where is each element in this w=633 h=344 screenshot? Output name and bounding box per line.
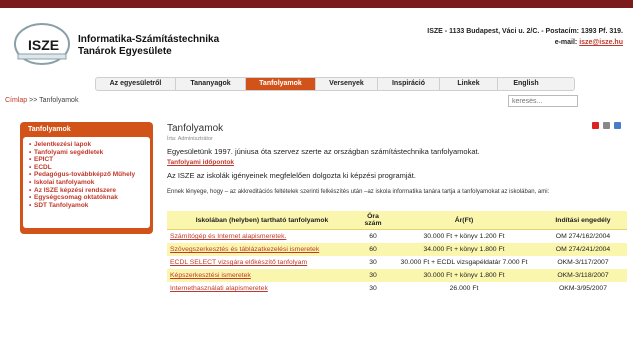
course-link[interactable]: Internethasználati alapismeretek bbox=[170, 285, 268, 292]
price-cell: 26.000 Ft bbox=[449, 285, 479, 292]
contact-email-row: e-mail: isze@isze.hu bbox=[427, 37, 623, 48]
col-header-course: Iskolában (helyben) tartható tanfolyamok bbox=[167, 211, 357, 230]
price-cell: 30.000 Ft + könyv 1.800 Ft bbox=[389, 269, 539, 282]
org-name-line1: Informatika-Számítástechnika bbox=[78, 34, 220, 45]
sidebar-item-unit-package[interactable]: Egységcsomag oktatóknak bbox=[29, 194, 144, 202]
nav-item-english[interactable]: English bbox=[498, 78, 554, 90]
permit-cell: OKM-3/117/2007 bbox=[557, 259, 609, 266]
page-title: Tanfolyamok bbox=[167, 123, 224, 134]
sidebar-item-school-courses[interactable]: Iskolai tanfolyamok bbox=[29, 179, 144, 187]
course-name-cell: Számítógép és Internet alapismeretek. bbox=[167, 230, 357, 244]
org-name-line2: Tanárok Egyesülete bbox=[78, 46, 172, 57]
course-link[interactable]: Szövegszerkesztés és táblázatkezelési is… bbox=[170, 246, 319, 253]
nav-item-competitions[interactable]: Versenyek bbox=[316, 78, 378, 90]
contact-info: ISZE - 1133 Budapest, Váci u. 2/C. - Pos… bbox=[427, 26, 623, 48]
contact-email-link[interactable]: isze@isze.hu bbox=[579, 39, 623, 46]
course-name-cell: Internethasználati alapismeretek bbox=[167, 282, 357, 295]
hours-cell: 60 bbox=[357, 243, 389, 256]
main-content: Tanfolyamok Írta: Adminisztrátor Egyesül… bbox=[167, 123, 619, 196]
table-row: Számítógép és Internet alapismeretek. 60… bbox=[167, 230, 627, 244]
hours-cell: 60 bbox=[369, 233, 377, 240]
organization-name: Informatika-Számítástechnika Tanárok Egy… bbox=[78, 34, 219, 58]
permit-cell: OM 274/241/2004 bbox=[539, 243, 627, 256]
sidebar-list-panel: Jelentkezési lapok Tanfolyami segédletek… bbox=[23, 137, 150, 228]
sidebar-item-training-system[interactable]: Az ISZE képzési rendszere bbox=[29, 187, 144, 195]
sidebar-item-workshop[interactable]: Pedagógus-továbbképző Műhely bbox=[29, 171, 144, 179]
sidebar-item-epict[interactable]: EPICT bbox=[29, 156, 144, 164]
program-paragraph: Az ISZE az iskolák igényeinek megfelelőe… bbox=[167, 171, 416, 180]
table-row: Képszerkesztési ismeretek 30 30.000 Ft +… bbox=[167, 269, 627, 282]
table-header-row: Iskolában (helyben) tartható tanfolyamok… bbox=[167, 211, 627, 230]
hours-cell: 30 bbox=[369, 285, 377, 292]
isze-logo: ISZE bbox=[14, 23, 70, 65]
breadcrumb-separator: >> bbox=[29, 97, 38, 104]
svg-text:ISZE: ISZE bbox=[28, 37, 59, 53]
breadcrumb: Címlap >> Tanfolyamok bbox=[5, 97, 78, 104]
contact-address: ISZE - 1133 Budapest, Váci u. 2/C. - Pos… bbox=[427, 28, 623, 35]
price-cell: 30.000 Ft + könyv 1.200 Ft bbox=[423, 233, 505, 240]
course-link[interactable]: ECDL SELECT vizsgára előkészítő tanfolya… bbox=[170, 259, 307, 266]
col-header-hours: Óra szám bbox=[357, 211, 389, 230]
course-link[interactable]: Képszerkesztési ismeretek bbox=[170, 272, 251, 279]
sidebar-item-applications[interactable]: Jelentkezési lapok bbox=[29, 141, 144, 149]
sidebar-item-ecdl[interactable]: ECDL bbox=[29, 164, 144, 172]
permit-cell: OM 274/162/2004 bbox=[555, 233, 611, 240]
intro-paragraph: Egyesületünk 1997. júniusa óta szervez s… bbox=[167, 147, 480, 156]
table-row: Internethasználati alapismeretek 30 26.0… bbox=[167, 282, 627, 295]
hours-cell: 30 bbox=[369, 259, 377, 266]
hours-cell: 30 bbox=[357, 269, 389, 282]
main-nav: Az egyesületről Tananyagok Tanfolyamok V… bbox=[95, 77, 575, 91]
breadcrumb-home[interactable]: Címlap bbox=[5, 97, 27, 104]
price-cell: 34.000 Ft + könyv 1.800 Ft bbox=[389, 243, 539, 256]
course-name-cell: ECDL SELECT vizsgára előkészítő tanfolya… bbox=[167, 256, 357, 269]
nav-item-about[interactable]: Az egyesületről bbox=[96, 78, 176, 90]
price-cell: 30.000 Ft + ECDL vizsgapéldatár 7.000 Ft bbox=[400, 259, 528, 266]
essence-paragraph: Ennek lényege, hogy – az akkreditációs f… bbox=[167, 189, 550, 195]
courses-table: Iskolában (helyben) tartható tanfolyamok… bbox=[167, 211, 627, 295]
nav-item-materials[interactable]: Tananyagok bbox=[176, 78, 246, 90]
contact-email-label: e-mail: bbox=[554, 39, 578, 46]
sidebar-item-sdt-courses[interactable]: SDT Tanfolyamok bbox=[29, 202, 144, 210]
table-row: Szövegszerkesztés és táblázatkezelési is… bbox=[167, 243, 627, 256]
site-header: ISZE Informatika-Számítástechnika Tanáro… bbox=[0, 8, 633, 76]
nav-item-courses[interactable]: Tanfolyamok bbox=[246, 78, 316, 90]
course-dates-link[interactable]: Tanfolyami időpontok bbox=[167, 159, 619, 166]
nav-item-inspiration[interactable]: Inspiráció bbox=[378, 78, 440, 90]
search-input[interactable] bbox=[508, 95, 578, 107]
top-bar bbox=[0, 0, 633, 8]
course-name-cell: Szövegszerkesztés és táblázatkezelési is… bbox=[167, 243, 357, 256]
table-row: ECDL SELECT vizsgára előkészítő tanfolya… bbox=[167, 256, 627, 269]
article-author: Írta: Adminisztrátor bbox=[167, 136, 213, 142]
sidebar-box: Tanfolyamok Jelentkezési lapok Tanfolyam… bbox=[20, 122, 153, 234]
breadcrumb-current: Tanfolyamok bbox=[39, 97, 79, 104]
permit-cell: OKM-3/95/2007 bbox=[559, 285, 607, 292]
nav-item-links[interactable]: Linkek bbox=[440, 78, 498, 90]
course-link[interactable]: Számítógép és Internet alapismeretek. bbox=[170, 233, 286, 240]
sidebar-list: Jelentkezési lapok Tanfolyami segédletek… bbox=[29, 141, 144, 209]
course-name-cell: Képszerkesztési ismeretek bbox=[167, 269, 357, 282]
col-header-price: Ár(Ft) bbox=[389, 211, 539, 230]
col-header-permit: Indítási engedély bbox=[539, 211, 627, 230]
sidebar-item-course-aids[interactable]: Tanfolyami segédletek bbox=[29, 149, 144, 157]
permit-cell: OKM-3/118/2007 bbox=[539, 269, 627, 282]
sidebar-title: Tanfolyamok bbox=[28, 126, 71, 133]
